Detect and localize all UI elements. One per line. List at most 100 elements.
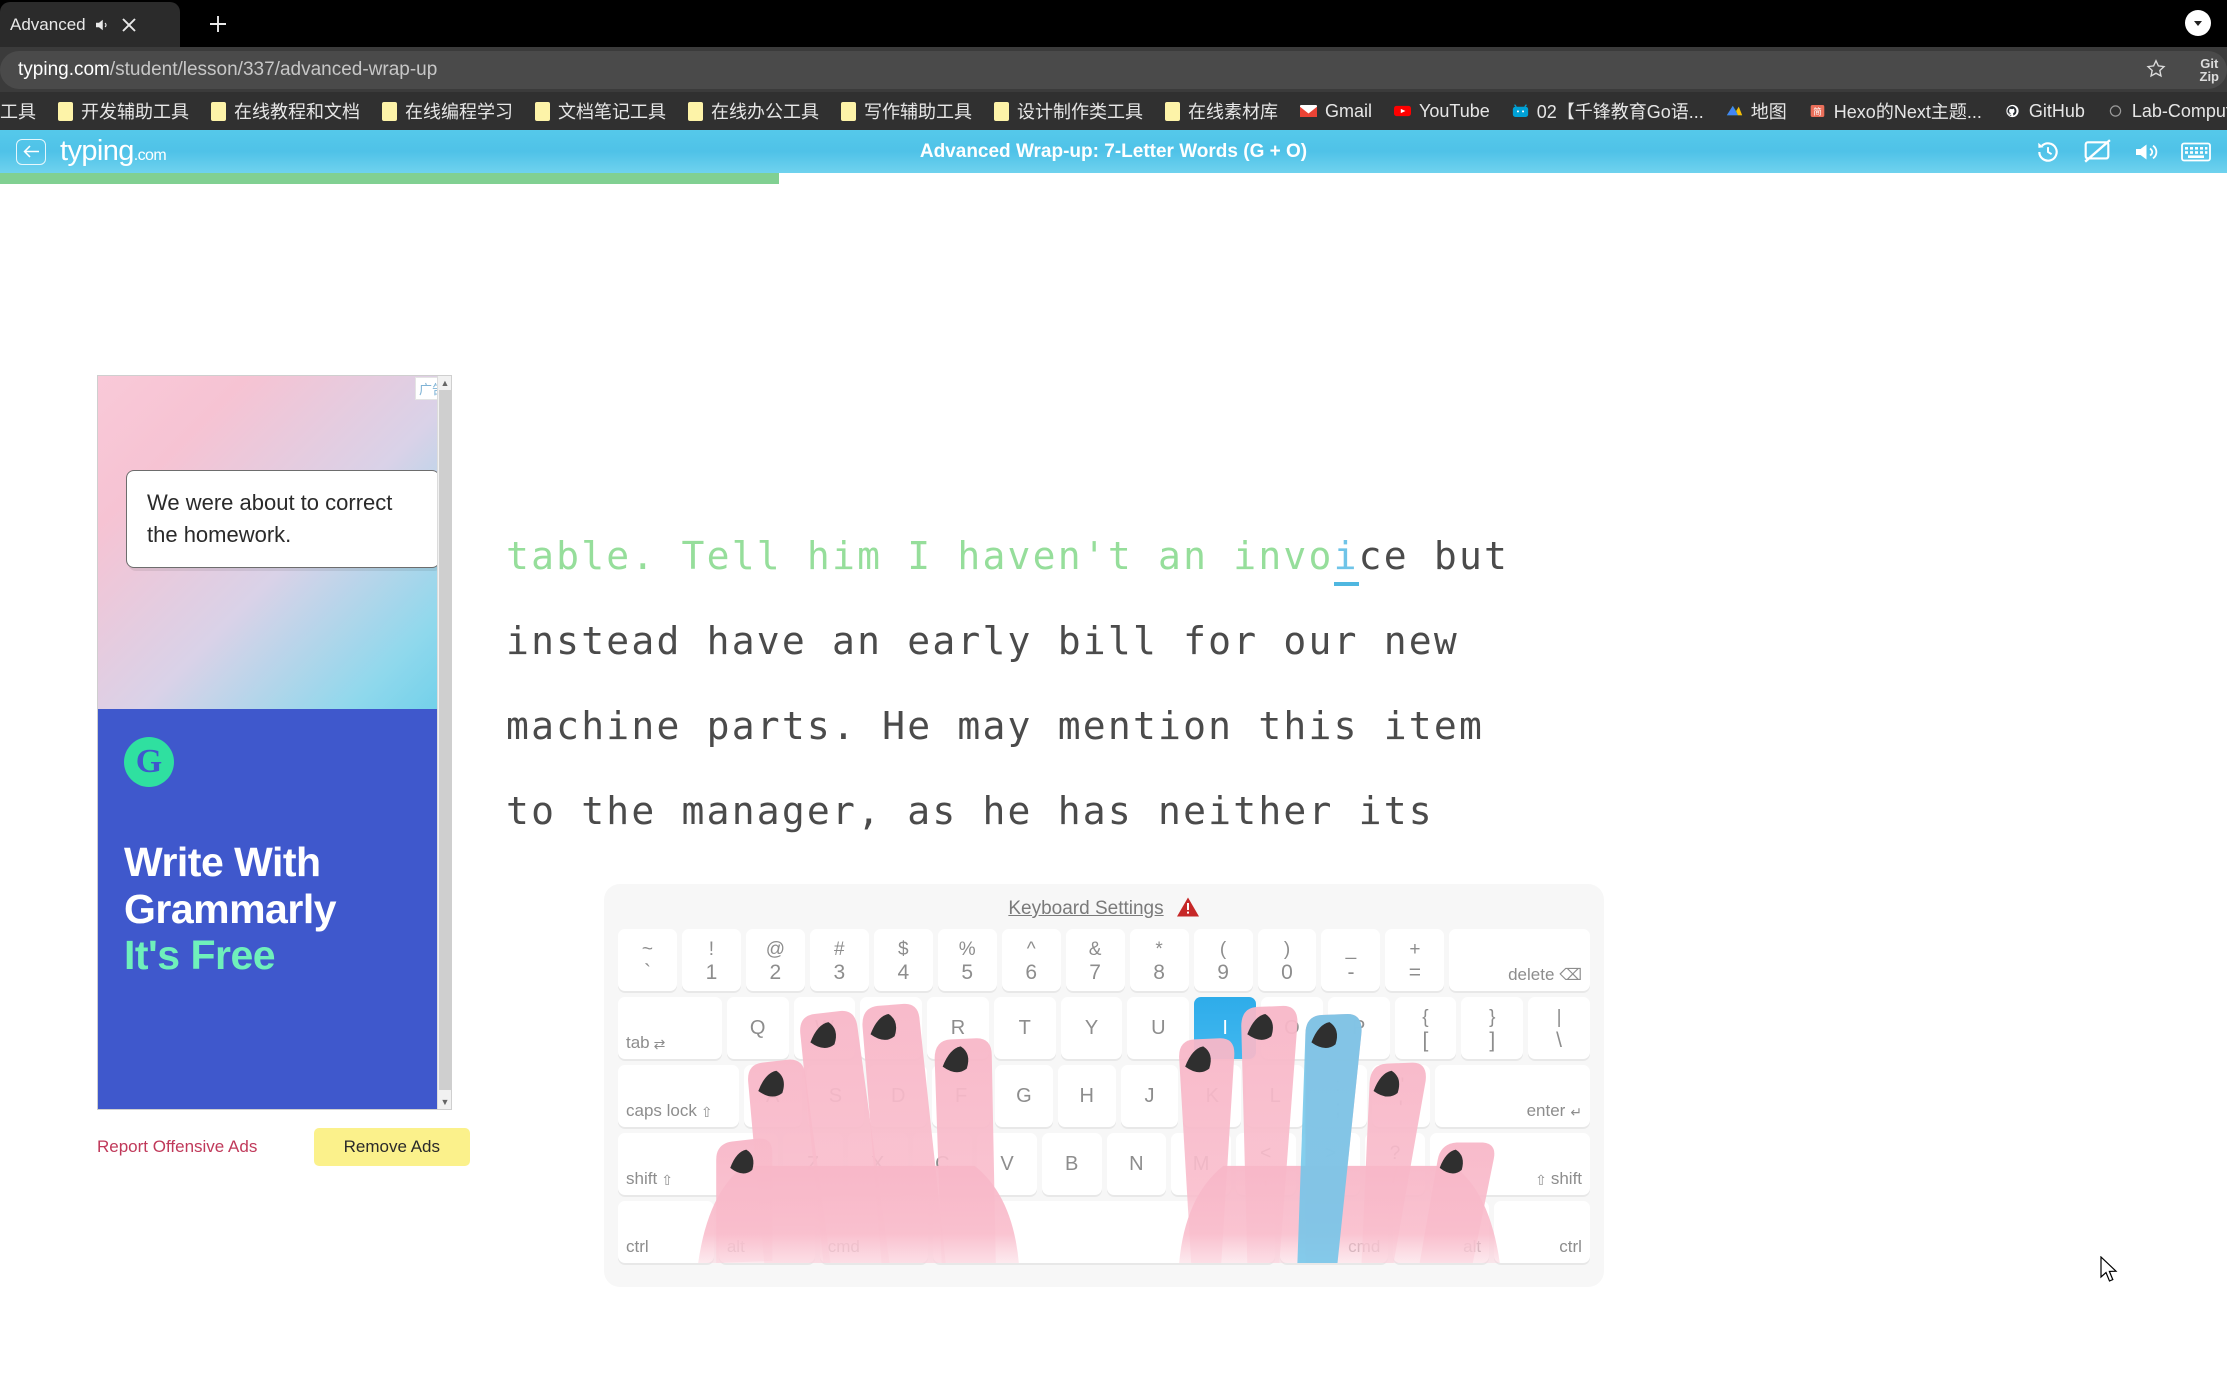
- key-t[interactable]: T: [993, 997, 1056, 1059]
- key-\[interactable]: | \: [1528, 997, 1590, 1059]
- close-icon[interactable]: [118, 14, 140, 36]
- key-x[interactable]: X: [847, 1133, 908, 1195]
- volume-icon[interactable]: [2133, 140, 2159, 164]
- report-offensive-ads-link[interactable]: Report Offensive Ads: [97, 1137, 257, 1157]
- key-4[interactable]: $4: [873, 929, 933, 991]
- new-tab-button[interactable]: [198, 4, 238, 44]
- key-cmd-right[interactable]: cmd: [1279, 1201, 1389, 1263]
- screen-off-icon[interactable]: [2083, 138, 2111, 165]
- key-v[interactable]: V: [977, 1133, 1037, 1195]
- key--[interactable]: _ -: [1321, 929, 1381, 991]
- scroll-down-arrow-icon[interactable]: ▼: [438, 1095, 451, 1109]
- key-z[interactable]: Z: [783, 1133, 843, 1195]
- typing-text-area[interactable]: table. Tell him I haven't an invoice but…: [506, 514, 1736, 854]
- back-arrow-icon[interactable]: [16, 138, 46, 165]
- key-6[interactable]: ^ 6: [1001, 929, 1061, 991]
- key-alt-right[interactable]: alt: [1393, 1201, 1490, 1263]
- bookmark-item[interactable]: YouTube: [1383, 96, 1501, 126]
- key-q[interactable]: Q: [726, 997, 789, 1059]
- key-u[interactable]: U: [1127, 997, 1190, 1059]
- speaker-icon[interactable]: [92, 15, 112, 35]
- key-punct[interactable]: <,: [1235, 1133, 1296, 1195]
- key-y[interactable]: Y: [1060, 997, 1123, 1059]
- key-2[interactable]: @2: [745, 929, 805, 991]
- key-shift-right[interactable]: ⇧ shift: [1429, 1133, 1591, 1195]
- bookmark-star-icon[interactable]: [2145, 58, 2167, 86]
- bookmark-item[interactable]: 写作辅助工具: [830, 96, 983, 126]
- key-5[interactable]: % 5: [937, 929, 997, 991]
- key-h[interactable]: H: [1057, 1065, 1116, 1127]
- history-icon[interactable]: [2035, 139, 2061, 165]
- key-b[interactable]: B: [1041, 1133, 1102, 1195]
- key-][interactable]: }]: [1461, 997, 1524, 1059]
- key-8[interactable]: * 8: [1129, 929, 1189, 991]
- ad-scrollbar[interactable]: ▲ ▼: [437, 376, 451, 1109]
- key-3[interactable]: #3: [809, 929, 869, 991]
- key-f[interactable]: F: [932, 1065, 990, 1127]
- key-9[interactable]: (9: [1193, 929, 1253, 991]
- key-m[interactable]: M: [1171, 1133, 1231, 1195]
- key-j[interactable]: J: [1120, 1065, 1179, 1127]
- bookmark-item[interactable]: 开发辅助工具: [47, 96, 200, 126]
- key-g[interactable]: G: [994, 1065, 1053, 1127]
- address-bar[interactable]: typing.com/student/lesson/337/advanced-w…: [0, 50, 2227, 89]
- bookmark-item[interactable]: Lab-ComputerNe...: [2096, 96, 2227, 126]
- key-alt[interactable]: alt: [718, 1201, 815, 1263]
- key-enter[interactable]: enter ↵: [1434, 1065, 1591, 1127]
- key-`[interactable]: ~ `: [618, 929, 677, 991]
- key-cmd[interactable]: cmd: [819, 1201, 929, 1263]
- browser-tab[interactable]: Advanced: [0, 2, 180, 47]
- key-k[interactable]: K: [1183, 1065, 1242, 1127]
- key-shift-left[interactable]: shift ⇧: [618, 1133, 779, 1195]
- key-a[interactable]: A: [743, 1065, 802, 1127]
- scroll-up-arrow-icon[interactable]: ▲: [438, 376, 451, 390]
- ad-container[interactable]: 广告 We were about to correct the homework…: [97, 375, 452, 1110]
- ad-scrollbar-thumb[interactable]: [439, 390, 451, 1090]
- bookmark-item[interactable]: 简 Hexo的Next主题...: [1798, 96, 1993, 126]
- key-c[interactable]: C: [912, 1133, 973, 1195]
- key-w[interactable]: W: [793, 997, 856, 1059]
- bookmark-item[interactable]: 工具: [0, 96, 47, 126]
- bookmark-item[interactable]: Gmail: [1289, 96, 1383, 126]
- key-punct[interactable]: :;: [1309, 1065, 1367, 1127]
- bookmark-item[interactable]: GitHub: [1993, 96, 2096, 126]
- bookmark-item[interactable]: 在线素材库: [1154, 96, 1289, 126]
- key-capslock[interactable]: caps lock ⇧: [618, 1065, 739, 1127]
- key-punct[interactable]: " ': [1371, 1065, 1430, 1127]
- gitzip-extension-icon[interactable]: Git Zip: [2200, 56, 2220, 84]
- keyboard-icon[interactable]: [2181, 141, 2211, 163]
- key-d[interactable]: D: [869, 1065, 928, 1127]
- key-0[interactable]: ) 0: [1257, 929, 1317, 991]
- key-n[interactable]: N: [1106, 1133, 1167, 1195]
- key-7[interactable]: & 7: [1065, 929, 1125, 991]
- key-i[interactable]: I: [1194, 997, 1257, 1059]
- ad-creative-bottom[interactable]: G Write With Grammarly It's Free: [98, 709, 451, 1109]
- key-punct[interactable]: ? /: [1365, 1133, 1425, 1195]
- key-1[interactable]: ! 1: [681, 929, 741, 991]
- remove-ads-button[interactable]: Remove Ads: [313, 1128, 470, 1166]
- bookmark-item[interactable]: 在线办公工具: [677, 96, 830, 126]
- key-punct[interactable]: >.: [1300, 1133, 1361, 1195]
- key-[[interactable]: {[: [1394, 997, 1457, 1059]
- key-o[interactable]: O: [1261, 997, 1323, 1059]
- typing-logo[interactable]: typing.com: [60, 135, 167, 168]
- key-tab[interactable]: tab ⇄: [618, 997, 722, 1059]
- warning-triangle-icon[interactable]: [1176, 896, 1200, 923]
- key-space[interactable]: [933, 1201, 1275, 1263]
- key-e[interactable]: E: [860, 997, 923, 1059]
- profile-avatar-icon[interactable]: [2185, 10, 2211, 36]
- bookmark-item[interactable]: 设计制作类工具: [983, 96, 1154, 126]
- key-s[interactable]: S: [806, 1065, 865, 1127]
- bookmark-item[interactable]: 02【千锋教育Go语...: [1501, 96, 1715, 126]
- bookmark-item[interactable]: 地图: [1715, 96, 1798, 126]
- bookmark-item[interactable]: 文档笔记工具: [524, 96, 677, 126]
- key-=[interactable]: + =: [1385, 929, 1445, 991]
- key-l[interactable]: L: [1246, 1065, 1305, 1127]
- key-r[interactable]: R: [927, 997, 989, 1059]
- key-p[interactable]: P: [1327, 997, 1390, 1059]
- key-ctrl-right[interactable]: ctrl: [1494, 1201, 1590, 1263]
- bookmark-item[interactable]: 在线教程和文档: [200, 96, 371, 126]
- bookmark-item[interactable]: 在线编程学习: [371, 96, 524, 126]
- key-ctrl[interactable]: ctrl: [618, 1201, 714, 1263]
- ad-creative-top[interactable]: 广告 We were about to correct the homework…: [98, 376, 451, 709]
